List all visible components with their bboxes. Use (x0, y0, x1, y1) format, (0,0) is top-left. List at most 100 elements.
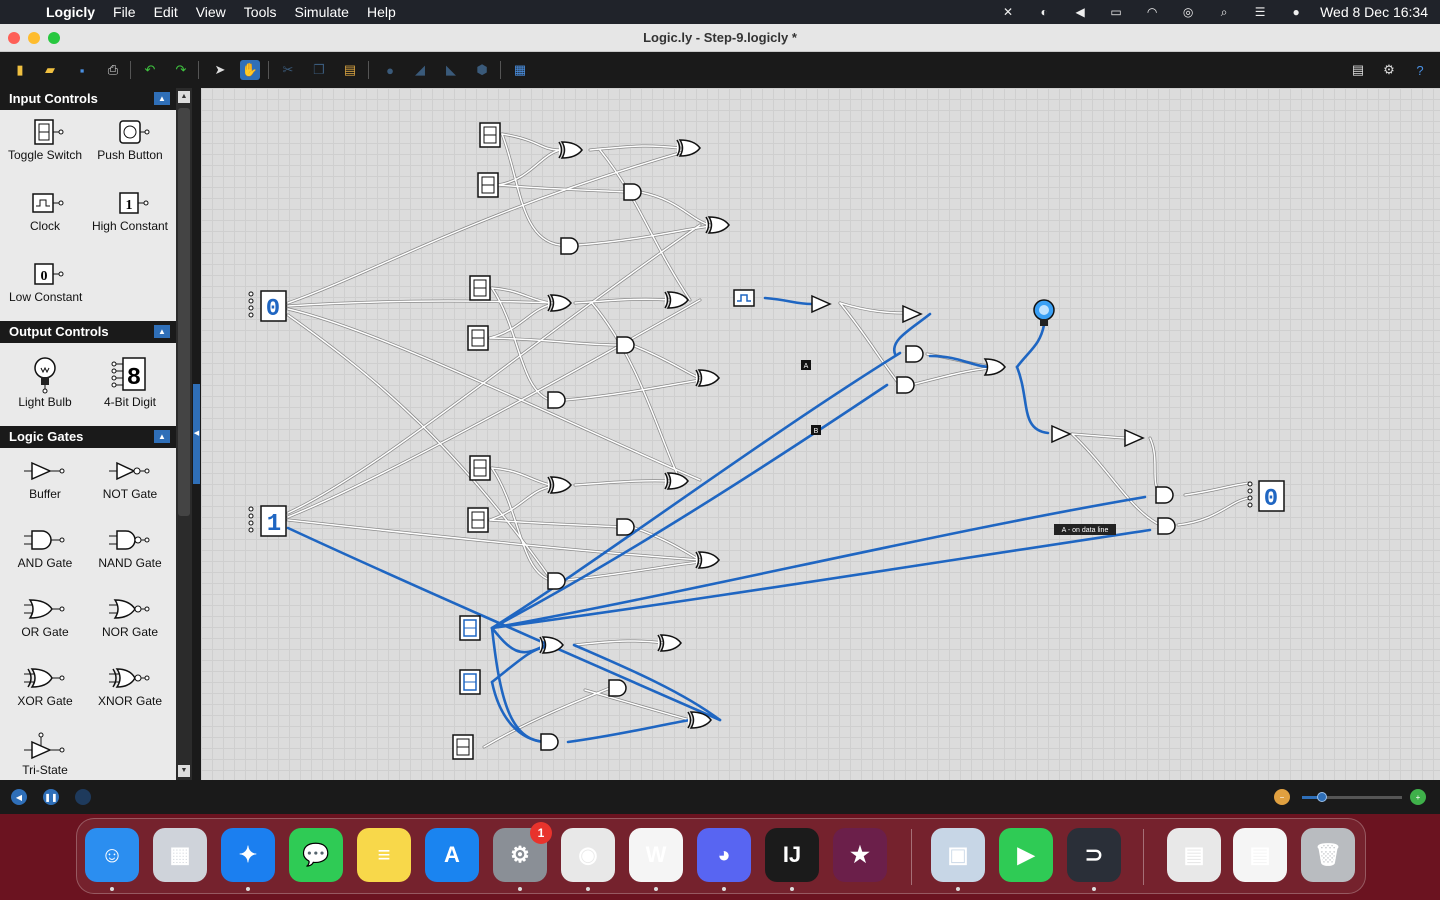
gear-icon[interactable]: ⚙ (1379, 60, 1399, 80)
toggle-switch[interactable] (469, 455, 491, 481)
chrome-icon[interactable]: ◉ (561, 828, 615, 882)
menu-simulate[interactable]: Simulate (285, 4, 357, 20)
digit-display-left-top[interactable]: 0 (248, 290, 287, 323)
flip-icon[interactable]: ⬢ (472, 60, 492, 80)
rotate-left-icon[interactable]: ◢ (410, 60, 430, 80)
panel-divider[interactable]: ◀ (192, 88, 201, 780)
palette-xor-gate[interactable]: XOR Gate (1, 661, 89, 708)
spotlight-search-icon[interactable]: ⌕ (1206, 0, 1242, 24)
pause-icon[interactable]: ❚❚ (43, 789, 59, 805)
document-settings-icon[interactable]: ▤ (1348, 60, 1368, 80)
zoom-slider-knob[interactable] (1317, 792, 1327, 802)
volume-icon[interactable]: ◀ (1062, 0, 1098, 24)
palette-scrollbar[interactable]: ▲ ▼ (176, 88, 192, 780)
palette-not-gate[interactable]: NOT Gate (86, 454, 174, 501)
align-icon[interactable]: ● (380, 60, 400, 80)
light-bulb-on[interactable] (1033, 299, 1055, 326)
undo-icon[interactable]: ↶ (140, 60, 160, 80)
palette-buffer[interactable]: Buffer (1, 454, 89, 501)
battery-icon[interactable]: ▭ (1098, 0, 1134, 24)
palette-xnor-gate[interactable]: XNOR Gate (86, 661, 174, 708)
print-icon[interactable]: ⎙ (103, 60, 123, 80)
finder-icon[interactable]: ☺ (85, 828, 139, 882)
palette-tri-state[interactable]: Tri-State (1, 730, 89, 777)
menu-file[interactable]: File (104, 4, 145, 20)
paste-icon[interactable]: ▤ (340, 60, 360, 80)
zoom-out-icon[interactable]: − (1274, 789, 1290, 805)
word-icon[interactable]: W (629, 828, 683, 882)
safari-icon[interactable]: ✦ (221, 828, 275, 882)
toggle-switch[interactable] (477, 172, 499, 198)
digit-display-right[interactable]: 0 (1247, 480, 1285, 513)
section-logic-gates[interactable]: Logic Gates ▲ (0, 426, 176, 448)
user-icon[interactable]: ◎ (1170, 0, 1206, 24)
palette-nor-gate[interactable]: NOR Gate (86, 592, 174, 639)
system-preferences-icon[interactable]: ⚙ 1 (493, 822, 552, 882)
step-forward-icon[interactable] (75, 789, 91, 805)
menu-tools[interactable]: Tools (235, 4, 286, 20)
pointer-tool-icon[interactable]: ➤ (210, 60, 230, 80)
logicly-icon[interactable]: ⊃ (1067, 828, 1121, 882)
menubar-clock[interactable]: Wed 8 Dec 16:34 (1314, 4, 1440, 20)
facetime-icon[interactable]: ▶ (999, 828, 1053, 882)
word-document-icon[interactable]: ▤ (1233, 828, 1287, 882)
toggle-switch[interactable] (467, 325, 489, 351)
scroll-up-icon[interactable]: ▲ (178, 91, 190, 103)
cut-icon[interactable]: ✂ (278, 60, 298, 80)
palette-or-gate[interactable]: OR Gate (1, 592, 89, 639)
toggle-switch[interactable] (452, 734, 474, 760)
truth-table-icon[interactable]: ▦ (510, 60, 530, 80)
trash-icon[interactable]: 🗑 (1301, 828, 1355, 882)
menu-app-name[interactable]: Logicly (40, 4, 104, 20)
section-input-controls[interactable]: Input Controls ▲ (0, 88, 176, 110)
circuit-canvas[interactable]: A B A - on data line 0 1 0 (201, 88, 1440, 780)
mic-muted-icon[interactable]: ✕ (990, 0, 1026, 24)
menu-view[interactable]: View (187, 4, 235, 20)
notes-icon[interactable]: ≡ (357, 828, 411, 882)
step-back-icon[interactable]: ◀ (11, 789, 27, 805)
preview-icon[interactable]: ▣ (931, 828, 985, 882)
palette-low-constant[interactable]: 0 Low Constant (1, 257, 89, 304)
hand-tool-icon[interactable]: ✋ (240, 60, 260, 80)
intellij-icon[interactable]: IJ (765, 828, 819, 882)
copy-icon[interactable]: ❐ (309, 60, 329, 80)
redo-icon[interactable]: ↷ (171, 60, 191, 80)
scrollbar-thumb[interactable] (178, 108, 190, 516)
menu-edit[interactable]: Edit (145, 4, 187, 20)
open-file-icon[interactable]: ▰ (40, 60, 60, 80)
save-icon[interactable]: ▪ (72, 60, 92, 80)
toggle-switch-on[interactable] (459, 669, 481, 695)
collapse-icon[interactable]: ▲ (154, 325, 170, 338)
collapse-icon[interactable]: ▲ (154, 430, 170, 443)
zoom-slider[interactable] (1302, 792, 1402, 802)
logic-gates[interactable] (539, 139, 1176, 751)
palette-light-bulb[interactable]: Light Bulb (1, 352, 89, 409)
palette-4-bit-digit[interactable]: 8 4-Bit Digit (86, 352, 174, 409)
document-stack-icon[interactable]: ▤ (1167, 828, 1221, 882)
palette-push-button[interactable]: Push Button (86, 115, 174, 162)
rotate-right-icon[interactable]: ◣ (441, 60, 461, 80)
menu-help[interactable]: Help (358, 4, 405, 20)
discord-icon[interactable]: ◕ (697, 828, 751, 882)
launchpad-icon[interactable]: ▦ (153, 828, 207, 882)
siri-icon[interactable]: ● (1278, 0, 1314, 24)
palette-toggle-switch[interactable]: Toggle Switch (1, 115, 89, 162)
palette-high-constant[interactable]: 1 High Constant (86, 186, 174, 233)
section-output-controls[interactable]: Output Controls ▲ (0, 321, 176, 343)
palette-nand-gate[interactable]: NAND Gate (86, 523, 174, 570)
palette-clock[interactable]: Clock (1, 186, 89, 233)
collapse-panel-handle[interactable]: ◀ (193, 384, 200, 484)
new-file-icon[interactable]: ▮ (10, 60, 30, 80)
toggle-switch-on[interactable] (459, 615, 481, 641)
app-store-icon[interactable]: A (425, 828, 479, 882)
control-center-icon[interactable]: ☰ (1242, 0, 1278, 24)
scroll-down-icon[interactable]: ▼ (178, 765, 190, 777)
messages-icon[interactable]: 💬 (289, 828, 343, 882)
digit-display-left-bottom[interactable]: 1 (248, 505, 287, 538)
creative-cloud-icon[interactable]: ◐ (1026, 0, 1062, 24)
superstar-icon[interactable]: ★ (833, 828, 887, 882)
toggle-switch[interactable] (469, 275, 491, 301)
toggle-switch[interactable] (467, 507, 489, 533)
collapse-icon[interactable]: ▲ (154, 92, 170, 105)
circuit-diagram[interactable]: A B A - on data line 0 1 0 (201, 88, 1440, 780)
